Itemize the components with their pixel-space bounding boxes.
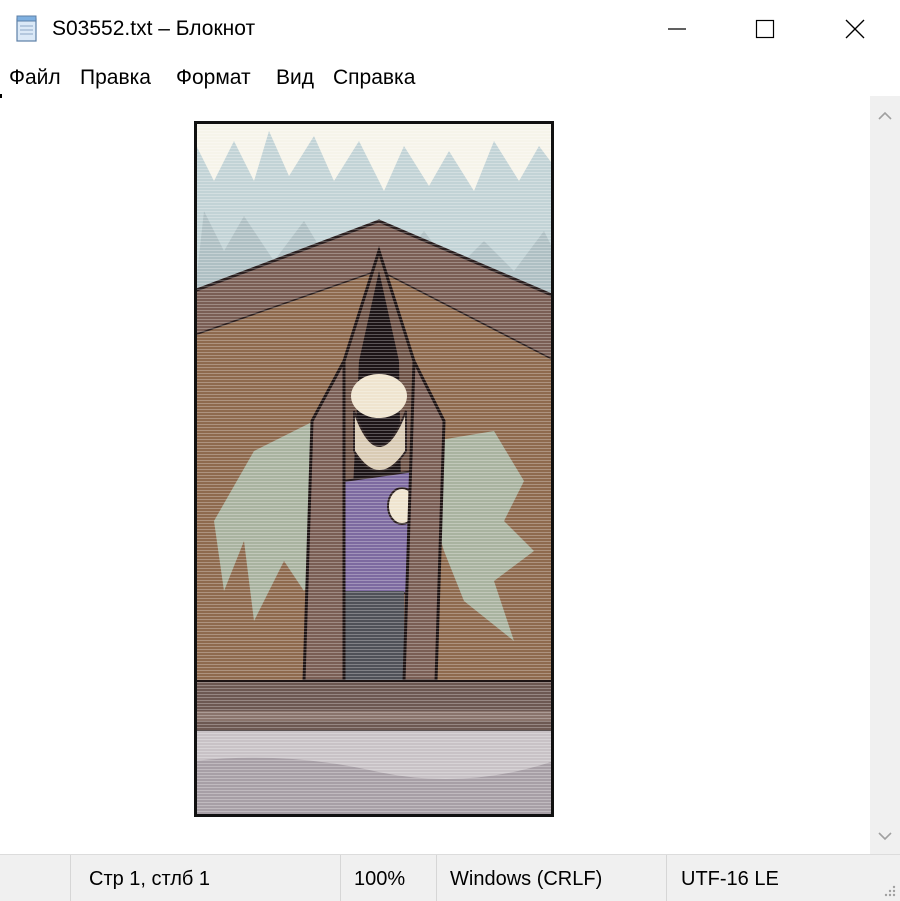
menu-edit[interactable]: Правка [80,66,151,90]
status-line-endings-cell: Windows (CRLF) [436,855,667,901]
status-encoding: UTF-16 LE [681,868,779,890]
text-caret [0,94,2,98]
close-button[interactable] [810,0,900,58]
vertical-scrollbar[interactable] [870,96,900,854]
window-title: S03552.txt – Блокнот [52,17,256,40]
status-encoding-cell: UTF-16 LE [666,855,900,901]
ascii-art-image [194,121,554,817]
menu-bar: Файл Правка Формат Вид Справка [0,58,900,96]
notepad-icon [16,15,37,42]
maximize-button[interactable] [720,0,810,58]
minimize-icon [668,28,686,30]
menu-view[interactable]: Вид [276,66,314,90]
scroll-down-button[interactable] [870,824,900,848]
status-bar: Стр 1, стлб 1 100% Windows (CRLF) UTF-16… [0,854,900,901]
chevron-down-icon [878,832,892,841]
maximize-icon [755,19,775,39]
menu-format[interactable]: Формат [176,66,251,90]
menu-help[interactable]: Справка [333,66,415,90]
status-zoom-cell: 100% [340,855,437,901]
title-bar: S03552.txt – Блокнот [0,0,900,58]
status-line-endings: Windows (CRLF) [450,868,603,890]
resize-grip-icon[interactable] [882,883,896,897]
scroll-up-button[interactable] [870,104,900,128]
menu-file[interactable]: Файл [9,66,61,90]
status-position-cell: Стр 1, стлб 1 [70,855,341,901]
close-icon [845,19,865,39]
status-zoom: 100% [354,868,406,890]
status-position: Стр 1, стлб 1 [89,868,211,890]
chevron-up-icon [878,111,892,120]
minimize-button[interactable] [632,0,722,58]
